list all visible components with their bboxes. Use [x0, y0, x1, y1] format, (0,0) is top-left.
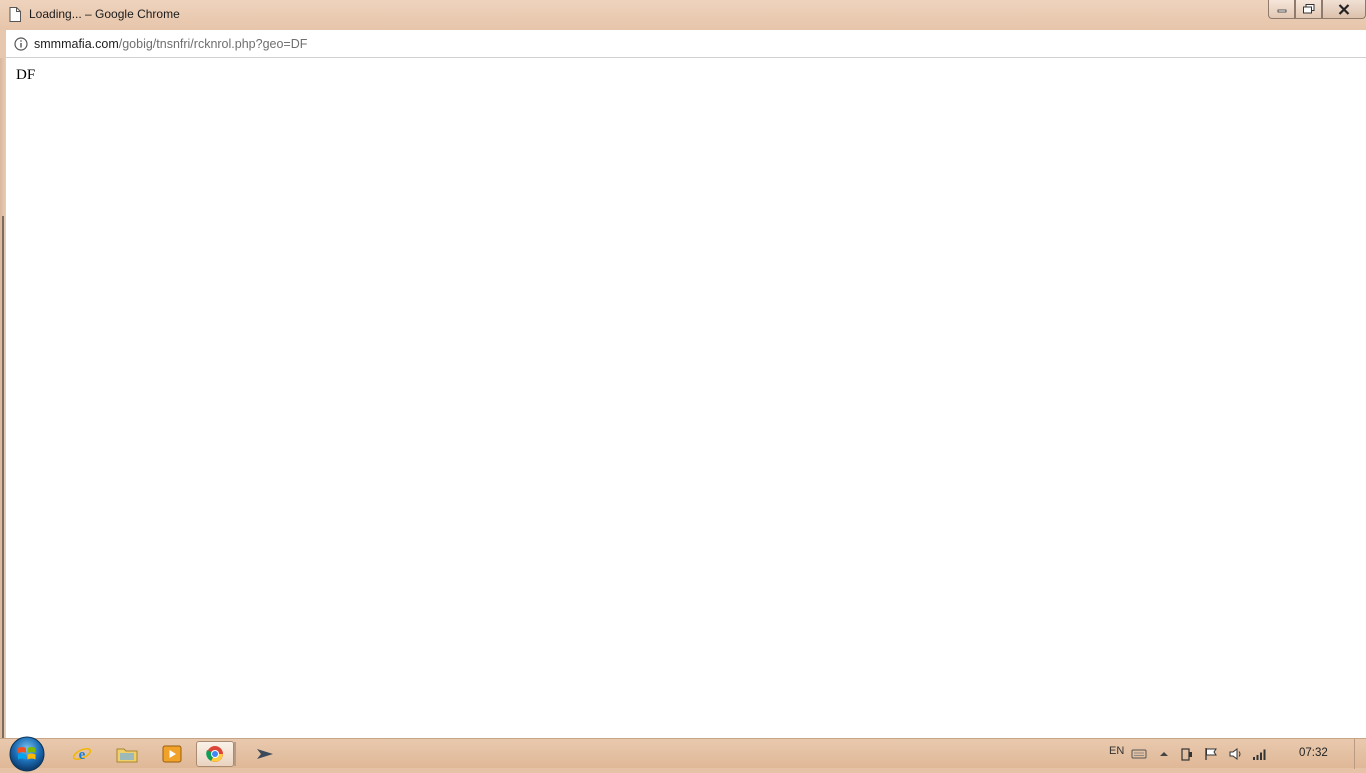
show-desktop-button[interactable]: [1354, 739, 1366, 769]
flag-icon[interactable]: [1203, 747, 1219, 761]
maximize-icon: [1302, 4, 1314, 14]
svg-text:e: e: [79, 747, 86, 763]
window-title: Loading... – Google Chrome: [29, 7, 180, 21]
taskbar-separator: [234, 742, 236, 766]
arrow-app-icon: [257, 749, 273, 759]
chrome-icon: [206, 746, 223, 762]
volume-icon[interactable]: [1228, 747, 1244, 761]
page-body-text: DF: [16, 67, 36, 83]
taskbar-app[interactable]: [246, 741, 284, 767]
maximize-button[interactable]: [1295, 0, 1322, 19]
chevron-up-icon[interactable]: [1156, 747, 1172, 761]
window-controls: [1268, 0, 1366, 20]
page-content: DF: [6, 58, 1366, 738]
taskbar-media-player[interactable]: [153, 741, 191, 767]
network-signal-icon[interactable]: [1252, 747, 1268, 761]
media-player-icon: [162, 745, 182, 763]
browser-window: Loading... – Google Chrome smmmafia.com/…: [0, 0, 1366, 738]
close-icon: [1338, 3, 1350, 15]
taskbar-google-chrome[interactable]: [196, 741, 234, 767]
document-icon: [9, 7, 21, 22]
url-text[interactable]: smmmafia.com/gobig/tnsnfri/rcknrol.php?g…: [34, 37, 307, 51]
taskbar-windows-explorer[interactable]: [108, 741, 146, 767]
address-bar[interactable]: smmmafia.com/gobig/tnsnfri/rcknrol.php?g…: [6, 30, 1366, 58]
safely-remove-icon[interactable]: [1179, 747, 1195, 761]
start-button[interactable]: [8, 735, 46, 773]
language-indicator[interactable]: EN: [1109, 745, 1124, 757]
minimize-button[interactable]: [1268, 0, 1295, 19]
left-edge-line: [2, 216, 4, 738]
keyboard-icon[interactable]: [1131, 747, 1147, 761]
minimize-icon: [1277, 9, 1286, 13]
info-icon[interactable]: [14, 37, 28, 51]
ie-icon: e: [72, 747, 92, 763]
title-bar[interactable]: Loading... – Google Chrome: [0, 0, 1366, 30]
system-clock[interactable]: 07:32: [1299, 747, 1328, 759]
close-button[interactable]: [1322, 0, 1366, 19]
url-path: /gobig/tnsnfri/rcknrol.php?geo=DF: [118, 37, 308, 51]
folder-icon: [116, 748, 138, 763]
taskbar-internet-explorer[interactable]: e: [63, 741, 101, 767]
url-host: smmmafia.com: [34, 37, 119, 51]
taskbar: e EN 07:32: [0, 736, 1366, 772]
